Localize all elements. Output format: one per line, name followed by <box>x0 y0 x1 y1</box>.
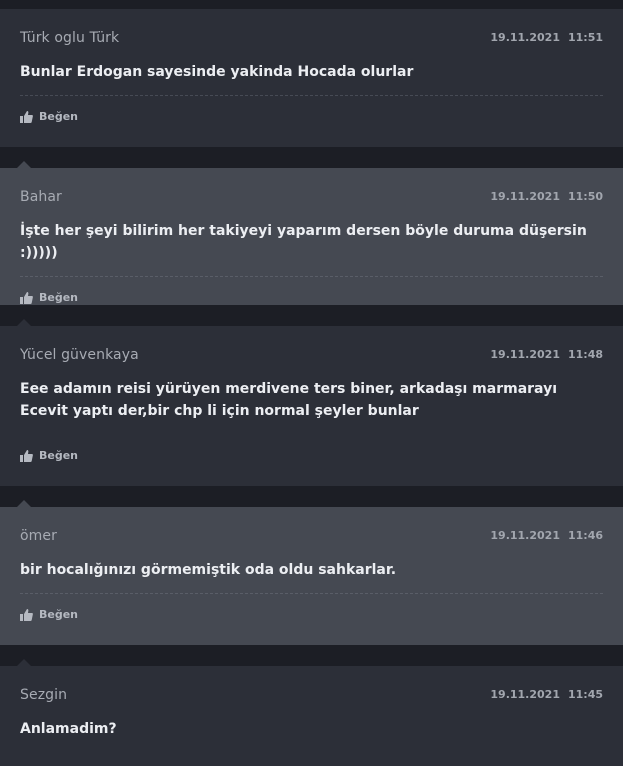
like-label: Beğen <box>39 449 79 462</box>
speech-notch <box>17 500 31 507</box>
divider <box>0 486 623 507</box>
like-button[interactable]: Beğen <box>20 449 78 462</box>
comment-timestamp: 19.11.2021 11:48 <box>490 348 603 361</box>
divider <box>0 0 623 9</box>
comment-footer: Beğen <box>20 96 603 148</box>
speech-notch <box>17 319 31 326</box>
comment-date: 19.11.2021 <box>490 190 560 203</box>
thumbs-up-icon <box>20 608 33 621</box>
comment-header: Sezgin 19.11.2021 11:45 <box>20 666 603 718</box>
comment-timestamp: 19.11.2021 11:46 <box>490 529 603 542</box>
comment-time: 11:48 <box>567 348 603 361</box>
comment-author: ömer <box>20 528 57 544</box>
comment-card: Türk oglu Türk 19.11.2021 11:51 Bunlar Er… <box>0 9 623 147</box>
divider <box>0 147 623 168</box>
comment-time: 11:45 <box>567 688 603 701</box>
comment-date: 19.11.2021 <box>490 31 560 44</box>
like-button[interactable]: Beğen <box>20 110 78 123</box>
speech-notch <box>17 659 31 666</box>
comment-header: Bahar 19.11.2021 11:50 <box>20 168 603 220</box>
comment-author: Yücel güvenkaya <box>20 347 139 363</box>
comment-date: 19.11.2021 <box>490 348 560 361</box>
like-label: Beğen <box>39 291 79 304</box>
comment-feed: Türk oglu Türk 19.11.2021 11:51 Bunlar Er… <box>0 0 623 766</box>
like-label: Beğen <box>39 110 79 123</box>
comment-header: Yücel güvenkaya 19.11.2021 11:48 <box>20 326 603 378</box>
comment-time: 11:50 <box>567 190 603 203</box>
comment-footer: Beğen <box>20 435 603 487</box>
comment-date: 19.11.2021 <box>490 688 560 701</box>
comment-card: Sezgin 19.11.2021 11:45 Anlamadim? <box>0 666 623 766</box>
divider <box>0 305 623 326</box>
like-button[interactable]: Beğen <box>20 608 78 621</box>
comment-timestamp: 19.11.2021 11:51 <box>490 31 603 44</box>
comment-header: Türk oglu Türk 19.11.2021 11:51 <box>20 9 603 61</box>
comment-timestamp: 19.11.2021 11:45 <box>490 688 603 701</box>
comment-text: Anlamadim? <box>20 721 117 737</box>
comment-card: Yücel güvenkaya 19.11.2021 11:48 Eee adam… <box>0 326 623 486</box>
thumbs-up-icon <box>20 291 33 304</box>
thumbs-up-icon <box>20 449 33 462</box>
thumbs-up-icon <box>20 110 33 123</box>
comment-text: Bunlar Erdogan sayesinde yakinda Hocada … <box>20 64 414 80</box>
divider <box>0 645 623 666</box>
comment-author: Sezgin <box>20 687 68 703</box>
comment-footer: Beğen <box>20 594 603 646</box>
comment-author: Bahar <box>20 189 62 205</box>
comment-text: bir hocalığınızı görmemiştik oda oldu sa… <box>20 562 397 578</box>
comment-text: Eee adamın reisi yürüyen merdivene ters … <box>20 381 557 419</box>
like-label: Beğen <box>39 608 79 621</box>
comment-timestamp: 19.11.2021 11:50 <box>490 190 603 203</box>
comment-time: 11:51 <box>567 31 603 44</box>
comment-time: 11:46 <box>567 529 603 542</box>
comment-date: 19.11.2021 <box>490 529 560 542</box>
comment-author: Türk oglu Türk <box>20 30 120 46</box>
comment-card: ömer 19.11.2021 11:46 bir hocalığınızı gö… <box>0 507 623 645</box>
comment-card: Bahar 19.11.2021 11:50 İşte her şeyi bili… <box>0 168 623 305</box>
comment-header: ömer 19.11.2021 11:46 <box>20 507 603 559</box>
speech-notch <box>17 161 31 168</box>
comment-text: İşte her şeyi bilirim her takiyeyi yapar… <box>20 223 587 261</box>
like-button[interactable]: Beğen <box>20 291 78 304</box>
